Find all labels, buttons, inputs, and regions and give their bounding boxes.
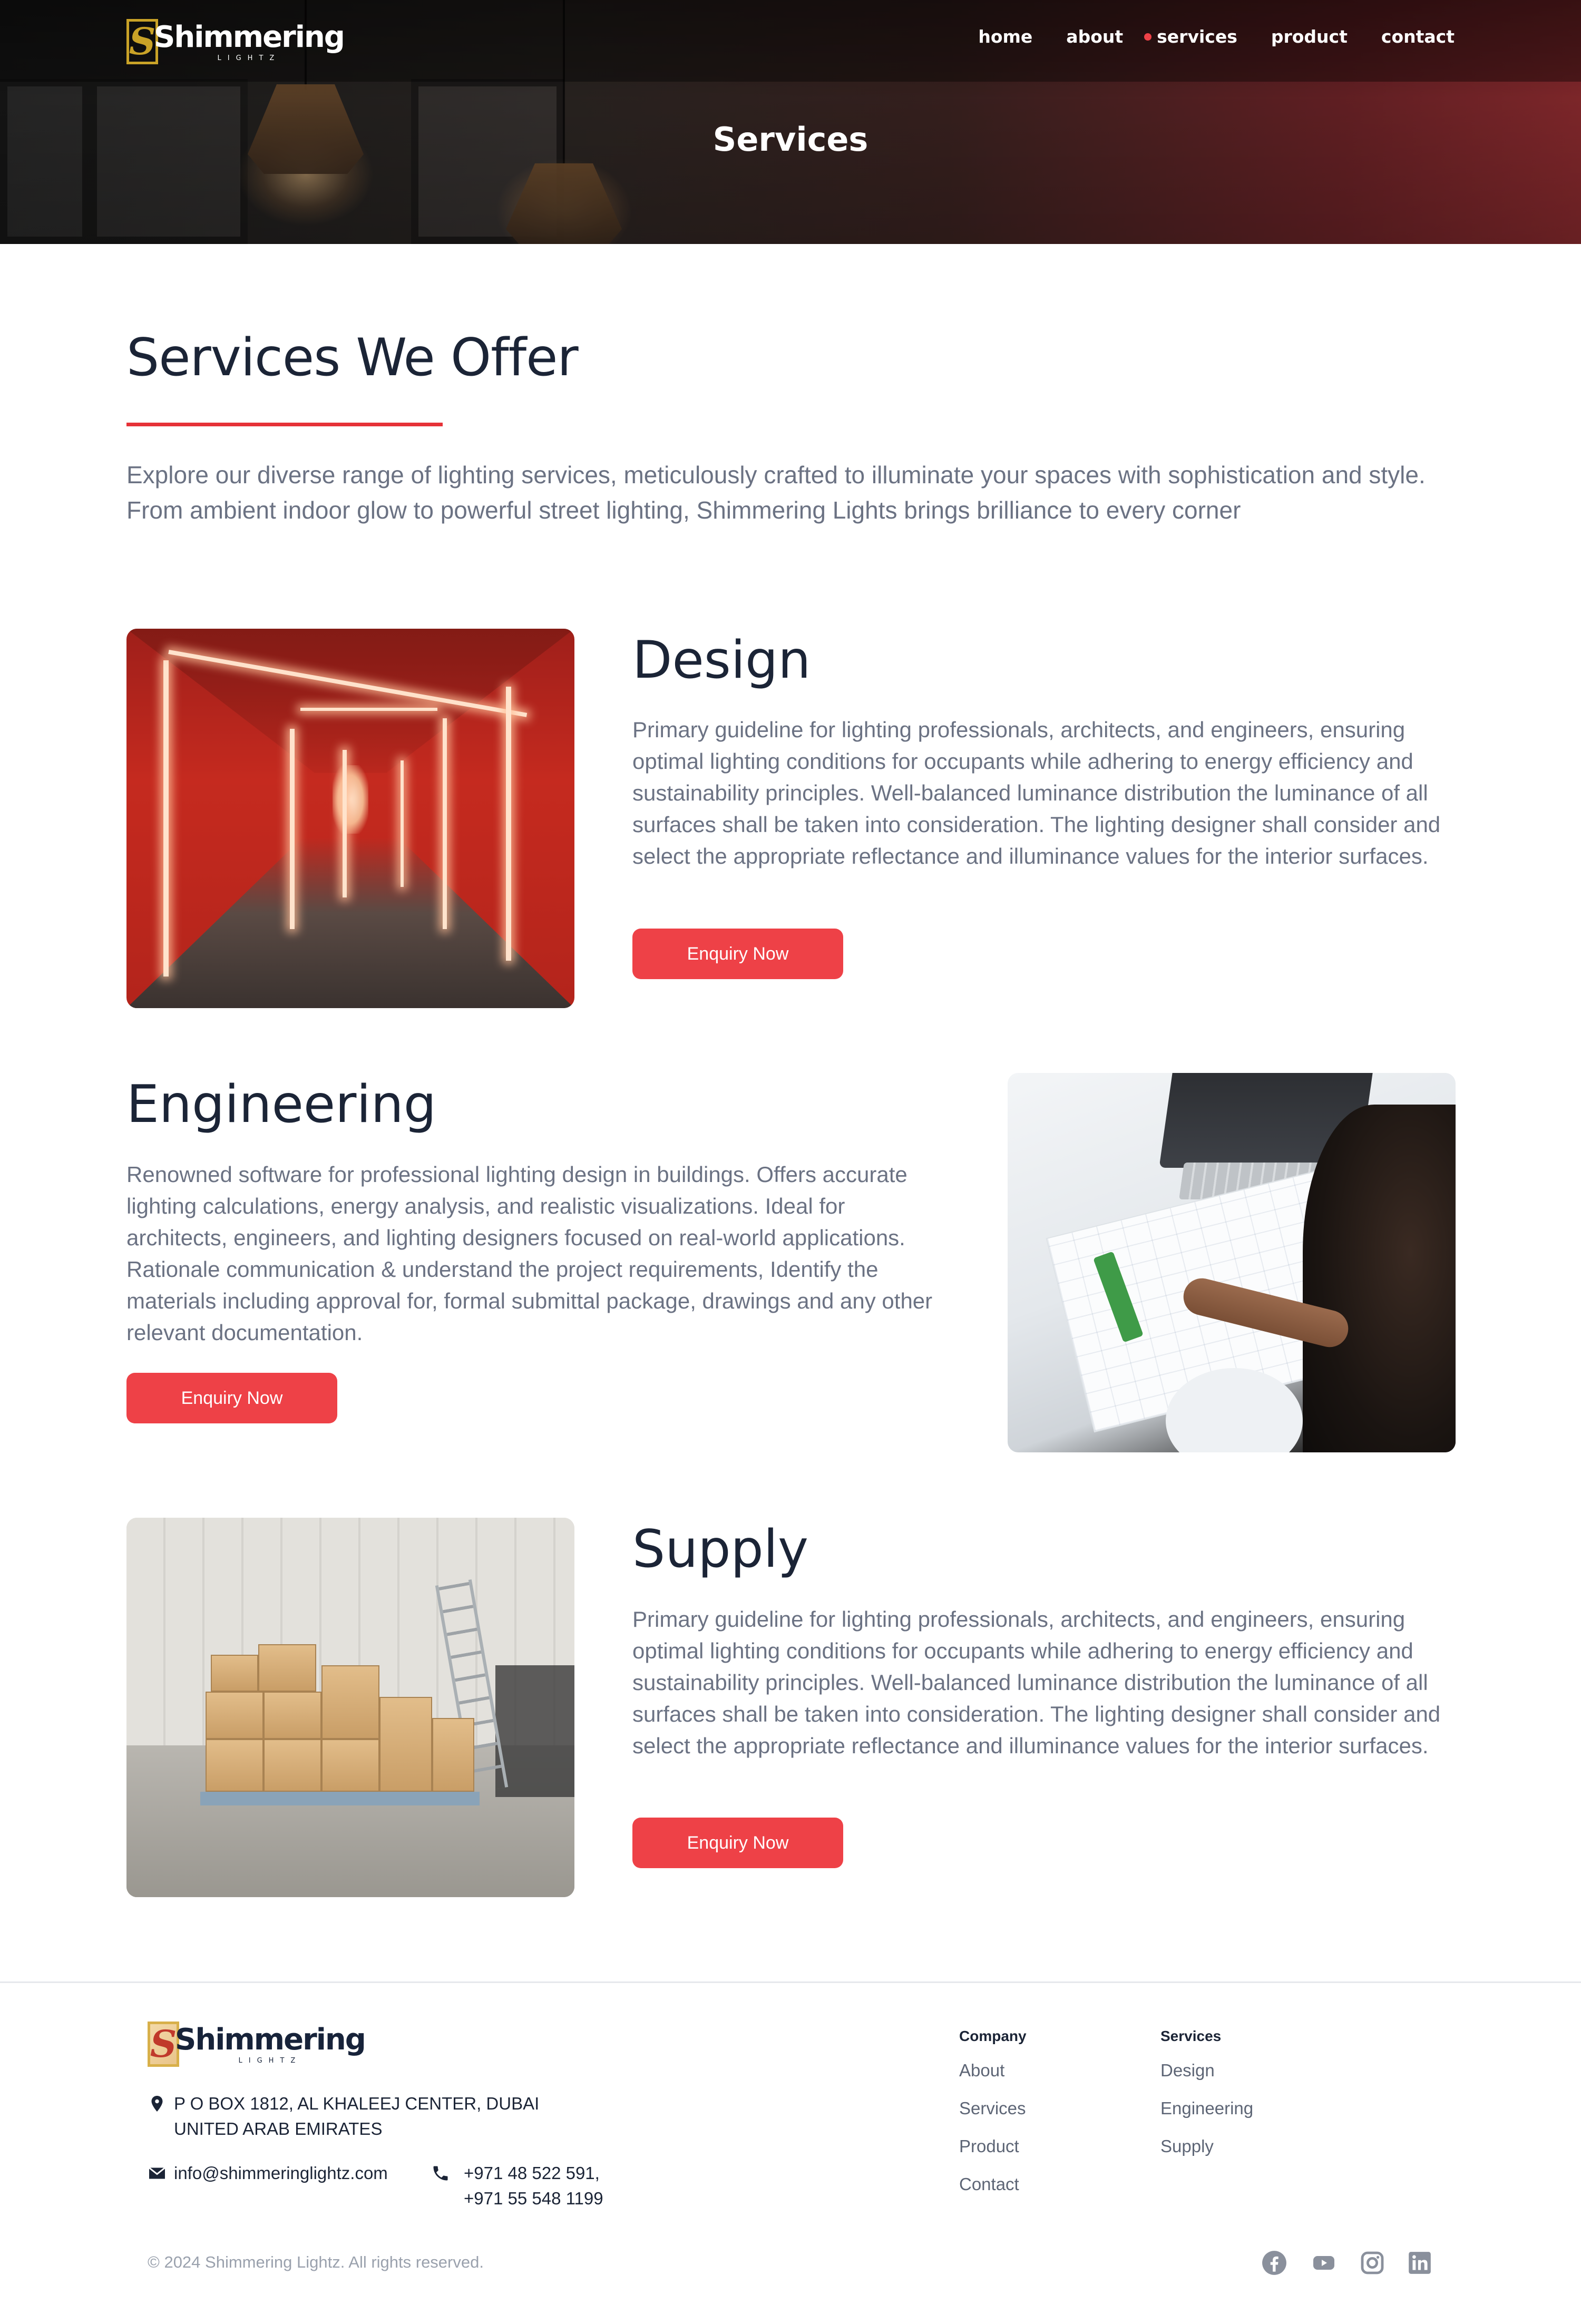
phone-number-1: +971 48 522 591, [464,2163,600,2183]
location-pin-icon [151,2096,163,2112]
active-indicator-dot [1144,33,1152,41]
light-strip [343,750,347,897]
engineering-image [1008,1073,1456,1452]
light-strip [401,760,404,887]
logo-wordmark: Shimmering LIGHTZ [154,19,345,62]
light-strip [300,708,437,711]
footer-phone[interactable]: +971 48 522 591, +971 55 548 1199 [431,2161,603,2211]
cardboard-box [321,1665,379,1739]
cardboard-box [258,1644,316,1692]
phone-numbers: +971 48 522 591, +971 55 548 1199 [464,2161,603,2211]
cardboard-box [211,1655,258,1692]
main-nav: home about services product contact [944,26,1455,47]
light-strip [163,660,169,977]
nav-product-label: product [1271,26,1348,47]
footer-services-heading: Services [1160,2028,1222,2044]
hero-title: Services [713,120,868,159]
copyright-text: © 2024 Shimmering Lightz. All rights res… [148,2253,484,2271]
footer-link-engineering[interactable]: Engineering [1160,2098,1253,2118]
supply-title: Supply [632,1519,808,1579]
footer-link-about[interactable]: About [959,2061,1004,2081]
nav-about[interactable]: about [1066,26,1123,47]
cardboard-box [379,1697,432,1792]
corridor-end-glow [333,765,368,834]
supply-enquiry-button[interactable]: Enquiry Now [632,1818,843,1868]
design-description: Primary guideline for lighting professio… [632,717,1441,868]
footer-logo[interactable]: S Shimmering LIGHTZ [148,2022,366,2067]
logo-name: Shimmering [154,20,345,54]
phone-icon [433,2166,448,2181]
supply-description: Primary guideline for lighting professio… [632,1607,1441,1758]
design-image [126,629,574,1008]
nav-services[interactable]: services [1144,26,1237,47]
footer-logo-name: Shimmering [175,2023,366,2057]
nav-home-label: home [978,26,1033,47]
footer-link-product[interactable]: Product [959,2136,1019,2156]
footer-email[interactable]: info@shimmeringlightz.com [148,2161,388,2186]
light-strip [506,687,511,961]
cardboard-box [321,1739,379,1792]
footer-link-supply[interactable]: Supply [1160,2136,1214,2156]
title-underline [126,423,443,426]
address-line-1: P O BOX 1812, AL KHALEEJ CENTER, DUBAI [174,2094,540,2113]
footer-company-heading: Company [959,2028,1027,2044]
footer-address: P O BOX 1812, AL KHALEEJ CENTER, DUBAI U… [148,2091,539,2142]
engineering-description: Renowned software for professional light… [126,1162,933,1345]
email-text: info@shimmeringlightz.com [174,2163,388,2183]
mail-icon [149,2167,165,2179]
page-title: Services We Offer [126,328,579,388]
pallet [200,1792,480,1805]
linkedin-icon[interactable] [1406,2249,1433,2277]
supply-image [126,1518,574,1897]
nav-contact-label: contact [1381,26,1455,47]
footer-logo-wordmark: Shimmering LIGHTZ [175,2022,366,2065]
cardboard-box [264,1739,321,1792]
nav-about-label: about [1066,26,1124,47]
phone-number-2: +971 55 548 1199 [464,2189,603,2208]
footer-link-design[interactable]: Design [1160,2061,1215,2081]
nav-services-label: services [1157,26,1237,47]
warehouse-door [495,1665,574,1797]
address-text: P O BOX 1812, AL KHALEEJ CENTER, DUBAI U… [174,2091,539,2142]
engineering-enquiry-button[interactable]: Enquiry Now [126,1373,337,1423]
footer-divider [0,1981,1581,1983]
cardboard-box [206,1692,264,1739]
light-strip [443,718,447,929]
youtube-icon[interactable] [1310,2249,1338,2277]
footer-logo-mark: S [148,2022,179,2067]
engineering-title: Engineering [126,1075,436,1135]
nav-home[interactable]: home [978,26,1032,47]
footer-logo-subtitle: LIGHTZ [238,2056,302,2065]
engineer-figure [1303,1105,1456,1452]
intro-paragraph: Explore our diverse range of lighting se… [126,461,1426,524]
logo-mark: S [126,19,158,64]
facebook-icon[interactable] [1261,2249,1288,2277]
light-strip [290,729,295,929]
footer-link-services[interactable]: Services [959,2098,1026,2118]
instagram-icon[interactable] [1359,2249,1386,2277]
nav-contact[interactable]: contact [1381,26,1455,47]
design-enquiry-button[interactable]: Enquiry Now [632,929,843,979]
design-title: Design [632,630,811,690]
brand-logo[interactable]: S Shimmering LIGHTZ [126,19,345,64]
address-line-2: UNITED ARAB EMIRATES [174,2119,383,2139]
cardboard-box [206,1739,264,1792]
cardboard-box [264,1692,321,1739]
logo-subtitle: LIGHTZ [217,54,281,62]
cardboard-box [432,1718,474,1792]
hero-banner: S Shimmering LIGHTZ home about services … [0,0,1581,244]
nav-product[interactable]: product [1271,26,1348,47]
footer-link-contact[interactable]: Contact [959,2174,1019,2194]
